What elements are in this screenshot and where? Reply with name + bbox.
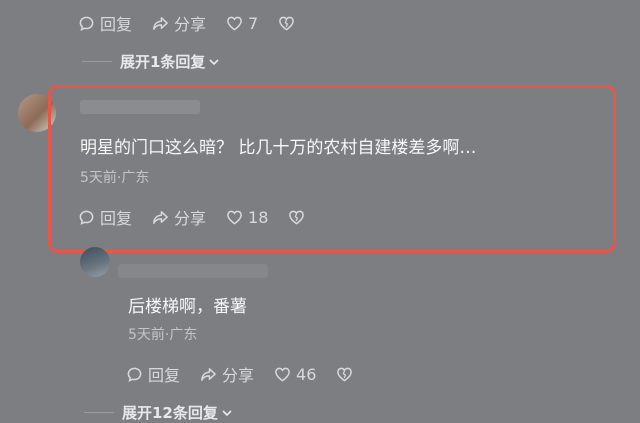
- broken-heart-icon: [337, 367, 353, 382]
- avatar[interactable]: [80, 247, 110, 277]
- top-action-row: 回复 分享 7: [78, 11, 300, 35]
- share-icon: [153, 16, 168, 30]
- share-label: 分享: [174, 15, 207, 34]
- reply-icon: [79, 16, 94, 31]
- expand-replies-button[interactable]: 展开1条回复: [82, 51, 220, 72]
- share-button[interactable]: 分享: [200, 362, 254, 386]
- heart-icon: [275, 367, 290, 382]
- highlight-box: [48, 85, 616, 253]
- reply-button[interactable]: 回复: [78, 11, 132, 35]
- reply-button[interactable]: 回复: [126, 362, 180, 386]
- divider-line: [82, 61, 112, 62]
- dislike-button[interactable]: [278, 15, 300, 32]
- reply-label: 回复: [148, 366, 181, 385]
- share-label: 分享: [222, 366, 255, 385]
- share-icon: [201, 367, 216, 381]
- expand-label: 展开1条回复: [120, 53, 206, 71]
- like-button[interactable]: 7: [226, 14, 258, 33]
- reply-meta: 5天前·广东: [128, 327, 198, 343]
- like-button[interactable]: 46: [274, 365, 316, 384]
- chevron-down-icon: [222, 409, 232, 416]
- username-blurred[interactable]: [118, 264, 268, 278]
- chevron-down-icon: [209, 58, 220, 65]
- reply-text: 后楼梯啊，番薯: [128, 297, 247, 317]
- expand-replies-button[interactable]: 展开12条回复: [84, 402, 233, 423]
- reply-label: 回复: [100, 15, 133, 34]
- reply-icon: [127, 367, 142, 382]
- broken-heart-icon: [279, 16, 295, 31]
- share-button[interactable]: 分享: [152, 11, 206, 35]
- like-count: 7: [248, 13, 259, 33]
- like-count: 46: [296, 364, 317, 384]
- dislike-button[interactable]: [336, 366, 358, 383]
- divider-line: [84, 412, 114, 413]
- heart-icon: [227, 16, 242, 31]
- reply-action-row: 回复 分享 46: [126, 362, 358, 386]
- expand-label: 展开12条回复: [122, 404, 218, 422]
